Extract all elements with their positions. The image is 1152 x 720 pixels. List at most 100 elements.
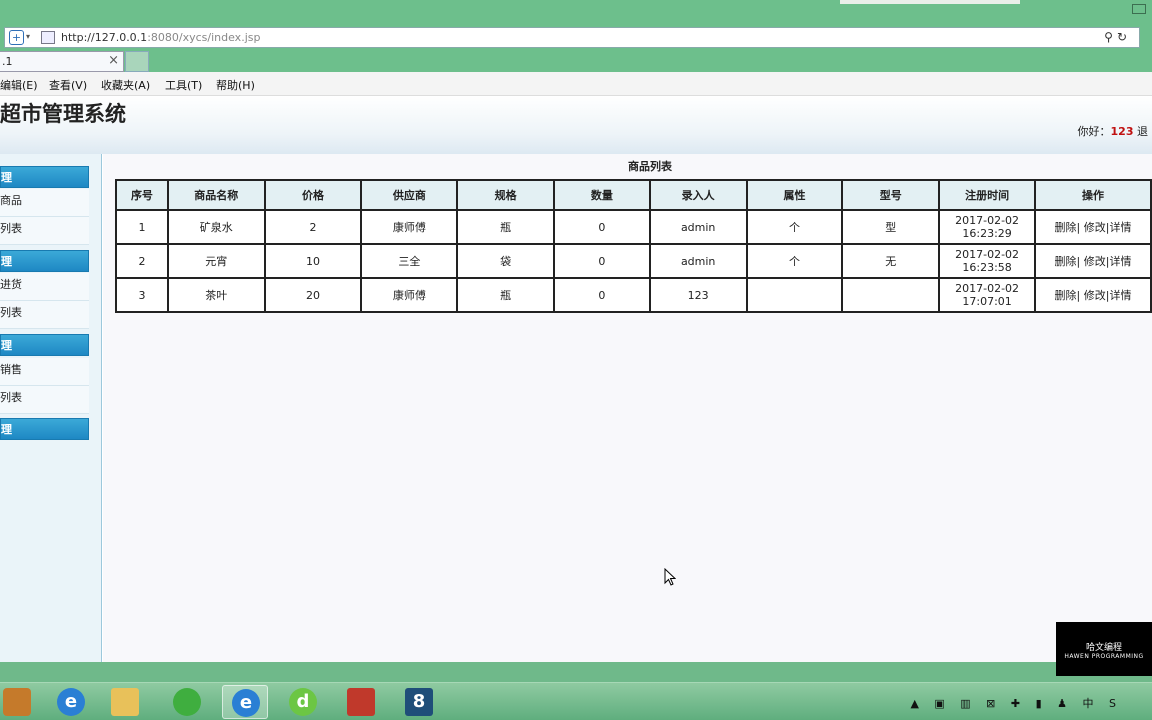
table-cell: 袋	[456, 243, 555, 279]
taskbar-ie[interactable]: e	[48, 685, 94, 719]
table-header-row: 序号 商品名称 价格 供应商 规格 数量 录入人 属性 型号 注册时间 操作	[115, 179, 1152, 211]
table-cell	[745, 277, 844, 313]
book-icon	[3, 688, 31, 716]
url-text[interactable]: http://127.0.0.1:8080/xycs/index.jsp	[61, 31, 260, 44]
close-icon[interactable]: ×	[108, 53, 119, 68]
taskbar-wechat[interactable]	[164, 685, 210, 719]
table-cell: 元宵	[166, 243, 266, 279]
table-body: 1 矿泉水 2 康师傅瓶 0 admin 个型 2017-02-02 16:23:29 删除| 修…	[115, 209, 1152, 313]
eclipse-icon: 8	[405, 688, 433, 716]
window-titlebar	[0, 0, 1152, 24]
page-icon	[41, 31, 55, 44]
table-cell: 1	[115, 209, 169, 245]
security-shield-icon[interactable]: +	[9, 30, 24, 45]
menu-tools[interactable]: 工具(T)	[165, 77, 202, 93]
menu-edit[interactable]: 编辑(E)	[0, 77, 38, 93]
search-icon[interactable]: ⚲	[1104, 30, 1117, 44]
logout-link[interactable]: 退	[1137, 125, 1148, 138]
ie-icon: e	[232, 689, 260, 717]
table-cell: 矿泉水	[166, 209, 266, 245]
menu-favorites[interactable]: 收藏夹(A)	[101, 77, 150, 93]
goods-table: 序号 商品名称 价格 供应商 规格 数量 录入人 属性 型号 注册时间 操作 1…	[115, 179, 1152, 313]
table-cell: 0	[552, 277, 651, 313]
table-cell: 123	[648, 277, 748, 313]
table-cell: admin	[648, 209, 748, 245]
folder-icon	[111, 688, 139, 716]
sidebar: 理 商品 列表 理 进货 列表 理 销售 列表 理	[0, 154, 102, 662]
maximize-button[interactable]	[1132, 4, 1146, 14]
col-header: 供应商	[360, 179, 459, 211]
sidebar-item-sales[interactable]: 销售	[0, 358, 89, 386]
table-cell: 三全	[360, 243, 459, 279]
main-content: 商品列表 序号 商品名称 价格 供应商 规格 数量 录入人 属性 型号 注册时间…	[103, 154, 1152, 662]
taskbar-folder-app[interactable]	[0, 685, 40, 719]
browser-tab[interactable]: .1 ×	[0, 51, 124, 72]
table-cell: 0	[552, 209, 651, 245]
taskbar-ie-active[interactable]: e	[222, 685, 268, 719]
taskbar-explorer[interactable]	[102, 685, 148, 719]
taskbar: e e d 8 ▲ ▣ ▥ ⊠ ✚ ▮ ♟ 中 S	[0, 682, 1152, 720]
row-actions[interactable]: 删除| 修改|详情	[1034, 243, 1152, 279]
table-cell: 20	[263, 277, 363, 313]
wechat-icon	[173, 688, 201, 716]
col-header: 价格	[263, 179, 363, 211]
taskbar-eclipse[interactable]: 8	[396, 685, 442, 719]
sidebar-section-goods[interactable]: 理	[0, 166, 89, 188]
refresh-icon[interactable]: ↻	[1117, 30, 1131, 44]
table-cell: admin	[648, 243, 748, 279]
table-cell: 0	[552, 243, 651, 279]
col-header: 序号	[115, 179, 169, 211]
sidebar-section-other[interactable]: 理	[0, 418, 89, 440]
menu-help[interactable]: 帮助(H)	[216, 77, 255, 93]
sidebar-item-purchase-list[interactable]: 列表	[0, 301, 89, 329]
taskbar-dreamweaver[interactable]: d	[280, 685, 326, 719]
web-page: 超市管理系统 你好：123 退 理 商品 列表 理 进货 列表 理 销售 列表 …	[0, 96, 1152, 662]
sidebar-item-add-goods[interactable]: 商品	[0, 189, 89, 217]
table-cell	[841, 277, 941, 313]
tab-bar: .1 ×	[0, 50, 1152, 72]
new-tab-button[interactable]	[125, 51, 149, 72]
address-bar: + ▾ http://127.0.0.1:8080/xycs/index.jsp…	[0, 24, 1152, 50]
mouse-cursor-icon	[664, 568, 676, 586]
table-cell: 3	[115, 277, 169, 313]
ime-indicator[interactable]: 中	[1083, 697, 1100, 710]
sidebar-item-purchase[interactable]: 进货	[0, 273, 89, 301]
sidebar-item-sales-list[interactable]: 列表	[0, 386, 89, 414]
address-controls[interactable]: ⚲↻	[1104, 30, 1131, 44]
tab-label: .1	[2, 55, 13, 68]
ie-icon: e	[57, 688, 85, 716]
user-name: 123	[1110, 125, 1134, 138]
table-cell: 茶叶	[166, 277, 266, 313]
page-header: 超市管理系统 你好：123 退	[0, 96, 1152, 154]
sidebar-item-goods-list[interactable]: 列表	[0, 217, 89, 245]
watermark-line2: HAWEN PROGRAMMING	[1064, 653, 1144, 660]
url-field[interactable]: + ▾ http://127.0.0.1:8080/xycs/index.jsp…	[4, 27, 1140, 48]
col-header: 录入人	[648, 179, 748, 211]
taskbar-notepad[interactable]	[338, 685, 384, 719]
chevron-down-icon[interactable]: ▾	[26, 32, 30, 41]
col-header: 注册时间	[938, 179, 1037, 211]
system-tray[interactable]: ▲ ▣ ▥ ⊠ ✚ ▮ ♟ 中 S	[910, 695, 1122, 711]
watermark-logo: 哈文编程 HAWEN PROGRAMMING	[1056, 622, 1152, 676]
table-cell: 个	[745, 243, 844, 279]
row-actions[interactable]: 删除| 修改|详情	[1034, 209, 1152, 245]
menu-bar: 编辑(E) 查看(V) 收藏夹(A) 工具(T) 帮助(H)	[0, 72, 1152, 96]
notepad-icon	[347, 688, 375, 716]
sidebar-section-purchase[interactable]: 理	[0, 250, 89, 272]
user-greeting: 你好：123 退	[1078, 123, 1148, 139]
watermark-line1: 哈文编程	[1085, 643, 1122, 653]
sidebar-section-sales[interactable]: 理	[0, 334, 89, 356]
table-cell: 10	[263, 243, 363, 279]
table-cell: 2017-02-02 17:07:01	[938, 277, 1037, 313]
table-cell: 2017-02-02 16:23:58	[938, 243, 1037, 279]
menu-view[interactable]: 查看(V)	[49, 77, 87, 93]
table-cell: 瓶	[456, 209, 555, 245]
table-cell: 2	[263, 209, 363, 245]
dreamweaver-icon: d	[289, 688, 317, 716]
col-header: 商品名称	[166, 179, 266, 211]
row-actions[interactable]: 删除| 修改|详情	[1034, 277, 1152, 313]
table-row: 3 茶叶 20 康师傅瓶 0 123 2017-02-02 17:07:01 删除| 修改|详情	[115, 277, 1152, 313]
table-cell: 型	[841, 209, 941, 245]
col-header: 数量	[552, 179, 651, 211]
col-header: 操作	[1034, 179, 1152, 211]
